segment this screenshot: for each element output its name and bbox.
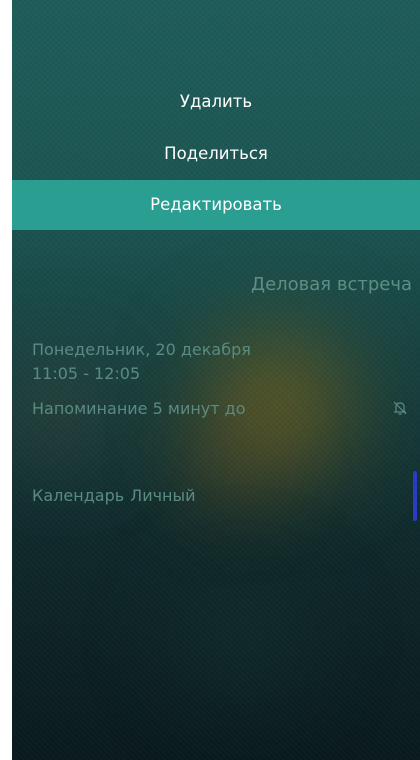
- event-title: Деловая встреча: [251, 274, 412, 295]
- background-blur-bottom: [132, 560, 352, 720]
- calendar-label: Календарь: [32, 486, 125, 505]
- delete-menu-item[interactable]: Удалить: [12, 76, 420, 128]
- context-menu: Удалить Поделиться Редактировать: [12, 76, 420, 230]
- event-calendar: Календарь Личный: [32, 486, 196, 505]
- event-options-screen: Удалить Поделиться Редактировать Деловая…: [12, 0, 420, 760]
- event-reminder: Напоминание 5 минут до: [32, 399, 246, 418]
- calendar-color-indicator: [413, 471, 417, 521]
- calendar-name: Личный: [130, 486, 196, 505]
- share-menu-item[interactable]: Поделиться: [12, 128, 420, 180]
- edit-menu-item[interactable]: Редактировать: [12, 180, 420, 230]
- event-time: 11:05 - 12:05: [32, 364, 141, 383]
- event-date: Понедельник, 20 декабря: [32, 340, 251, 359]
- bell-off-icon: [393, 401, 407, 415]
